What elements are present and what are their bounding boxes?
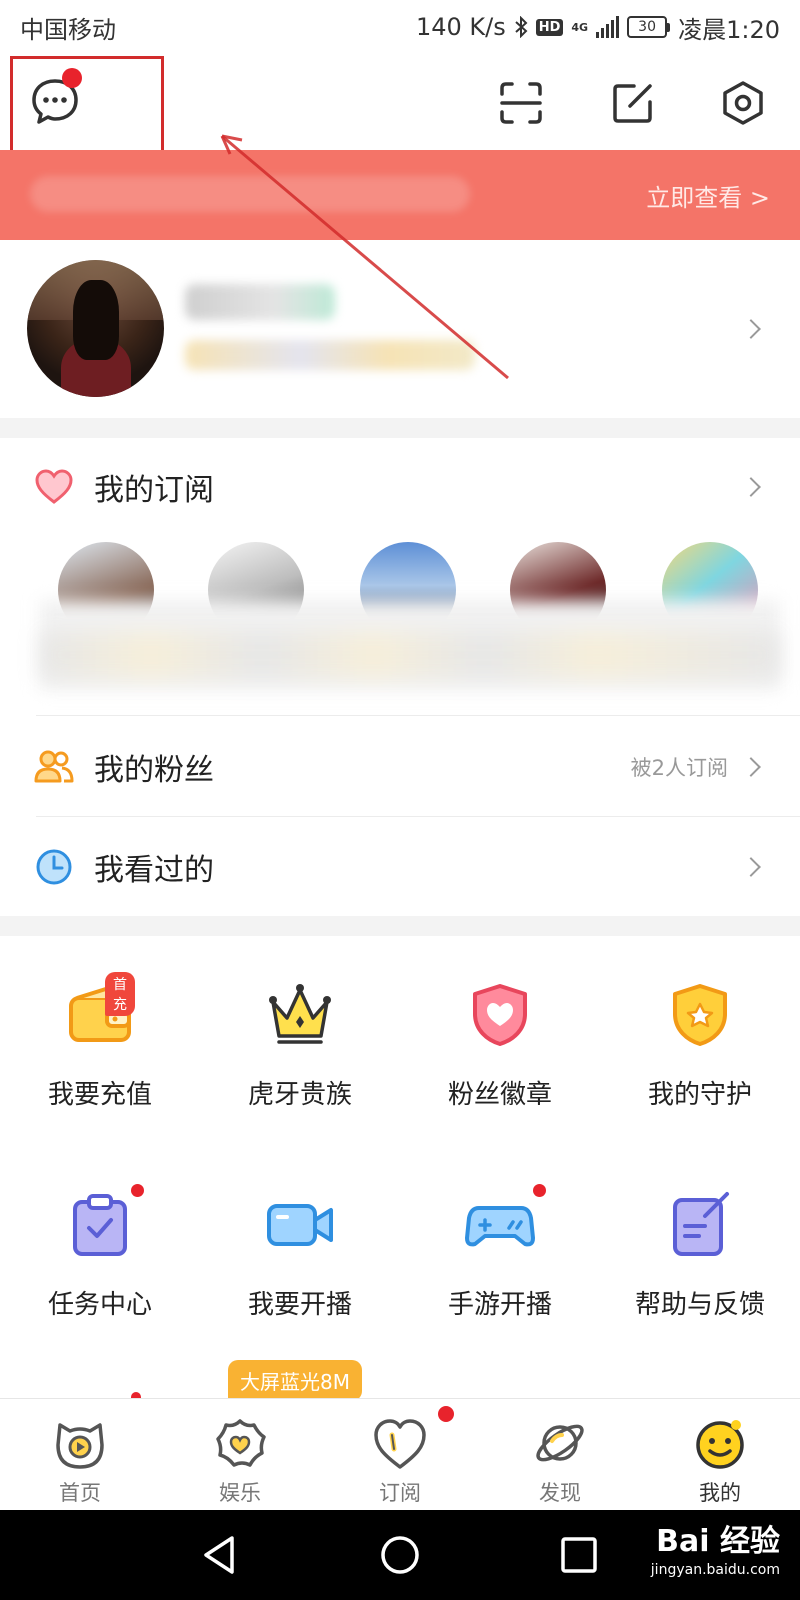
tab-label: 发现	[539, 1481, 581, 1505]
scan-button[interactable]	[498, 80, 544, 126]
grid-label: 我的守护	[647, 1080, 752, 1110]
chevron-right-icon	[741, 757, 761, 777]
divider	[36, 816, 800, 817]
profile-info-blurred	[185, 340, 475, 370]
first-recharge-badge: 首充	[105, 972, 135, 1016]
tab-label: 娱乐	[219, 1481, 261, 1505]
section-gap	[0, 418, 800, 438]
tab-label: 首页	[59, 1481, 101, 1505]
settings-icon	[723, 81, 763, 125]
chevron-right-icon	[741, 319, 761, 339]
status-bar: 中国移动 140 K/s HD 4G 30 凌晨1:20	[0, 0, 800, 54]
heart-icon	[35, 469, 73, 504]
notification-dot	[131, 1184, 144, 1197]
subscription-heart-icon	[374, 1419, 426, 1469]
banner-cta-link[interactable]: 立即查看 >	[646, 178, 770, 213]
grid-label: 任务中心	[47, 1290, 152, 1320]
section-gap	[0, 916, 800, 936]
network-type: 4G	[571, 20, 589, 34]
tab-label: 我的	[699, 1481, 741, 1505]
fans-row[interactable]: 我的粉丝 被2人订阅	[0, 718, 800, 816]
annotation-highlight-box	[10, 56, 164, 164]
watermark-brand: Bai 经验	[656, 1524, 780, 1559]
home-icon	[56, 1423, 104, 1469]
guard-shield-icon	[673, 984, 727, 1046]
network-speed: 140 K/s	[415, 13, 506, 41]
grid-label: 粉丝徽章	[447, 1080, 552, 1110]
tab-subscriptions[interactable]: 订阅	[340, 1413, 460, 1507]
tab-home[interactable]: 首页	[20, 1413, 140, 1507]
divider	[36, 715, 800, 716]
grid-label: 帮助与反馈	[634, 1290, 765, 1320]
grid-label: 虎牙贵族	[247, 1080, 352, 1110]
tab-me[interactable]: 我的	[660, 1413, 780, 1507]
fans-label: 我的粉丝	[94, 753, 214, 788]
gamepad-icon	[465, 1206, 535, 1247]
promo-bubble: 大屏蓝光8M	[228, 1360, 362, 1401]
smiley-face-icon	[696, 1420, 744, 1469]
recent-apps-icon[interactable]	[560, 1536, 598, 1574]
profile-card[interactable]	[0, 240, 800, 418]
scan-icon	[500, 82, 542, 124]
edit-button[interactable]	[610, 80, 656, 126]
tab-entertainment[interactable]: 娱乐	[180, 1413, 300, 1507]
edit-icon	[613, 84, 652, 123]
tab-notification-dot	[438, 1406, 454, 1422]
bottom-tab-bar: 首页 娱乐 订阅 发现 我的	[0, 1398, 800, 1510]
battery-level: 30	[627, 16, 668, 38]
hd-badge: HD	[535, 18, 564, 36]
top-bar	[0, 54, 800, 164]
notification-dot	[533, 1184, 546, 1197]
fan-badge-icon	[473, 984, 527, 1046]
carrier-label: 中国移动	[20, 15, 116, 44]
grid-item-fan-badge[interactable]: 粉丝徽章	[400, 980, 600, 1111]
status-indicators: 140 K/s HD 4G 30 凌晨1:20	[416, 10, 780, 45]
grid-item-tasks[interactable]: 任务中心	[0, 1190, 200, 1321]
chevron-right-icon	[741, 857, 761, 877]
back-icon[interactable]	[200, 1534, 240, 1576]
settings-button[interactable]	[720, 80, 766, 126]
grid-item-mobile-game-live[interactable]: 手游开播	[400, 1190, 600, 1321]
clock-icon	[36, 849, 72, 885]
grid-item-help-feedback[interactable]: 帮助与反馈	[600, 1190, 800, 1321]
task-clipboard-icon	[73, 1194, 127, 1256]
user-avatar[interactable]	[27, 260, 164, 397]
grid-item-start-live[interactable]: 我要开播	[200, 1190, 400, 1321]
home-circle-icon[interactable]	[380, 1535, 420, 1575]
feedback-icon	[673, 1192, 729, 1256]
fans-icon	[34, 750, 74, 783]
subscription-avatars	[0, 540, 800, 690]
planet-icon	[536, 1424, 584, 1462]
clock: 凌晨1:20	[678, 15, 780, 44]
profile-name-blurred	[185, 284, 335, 320]
history-label: 我看过的	[94, 853, 214, 888]
bluetooth-icon	[515, 16, 528, 38]
banner-blurred-text	[30, 176, 470, 212]
tab-discover[interactable]: 发现	[500, 1413, 620, 1507]
battery-icon: 30	[627, 16, 671, 38]
crown-icon	[269, 984, 331, 1044]
fans-count: 被2人订阅	[630, 756, 728, 780]
watermark-url: jingyan.baidu.com	[650, 1562, 780, 1578]
signal-icon	[596, 16, 620, 38]
history-row[interactable]: 我看过的	[0, 818, 800, 916]
grid-item-nobility[interactable]: 虎牙贵族	[200, 980, 400, 1111]
grid-label: 手游开播	[447, 1290, 552, 1320]
grid-item-guard[interactable]: 我的守护	[600, 980, 800, 1111]
baidu-jingyan-watermark: Bai 经验 jingyan.baidu.com	[651, 1516, 780, 1578]
chevron-right-icon	[741, 477, 761, 497]
grid-label: 我要充值	[47, 1080, 152, 1110]
video-camera-icon	[267, 1204, 333, 1246]
grid-label: 我要开播	[247, 1290, 352, 1320]
subscriptions-row[interactable]: 我的订阅	[0, 438, 800, 536]
subscriptions-label: 我的订阅	[94, 473, 214, 508]
subscription-names-blurred	[40, 632, 780, 678]
tab-label: 订阅	[379, 1481, 421, 1505]
entertainment-icon	[216, 1419, 266, 1467]
promo-banner[interactable]: 立即查看 >	[0, 150, 800, 240]
grid-item-recharge[interactable]: 首充 我要充值	[0, 972, 200, 1111]
